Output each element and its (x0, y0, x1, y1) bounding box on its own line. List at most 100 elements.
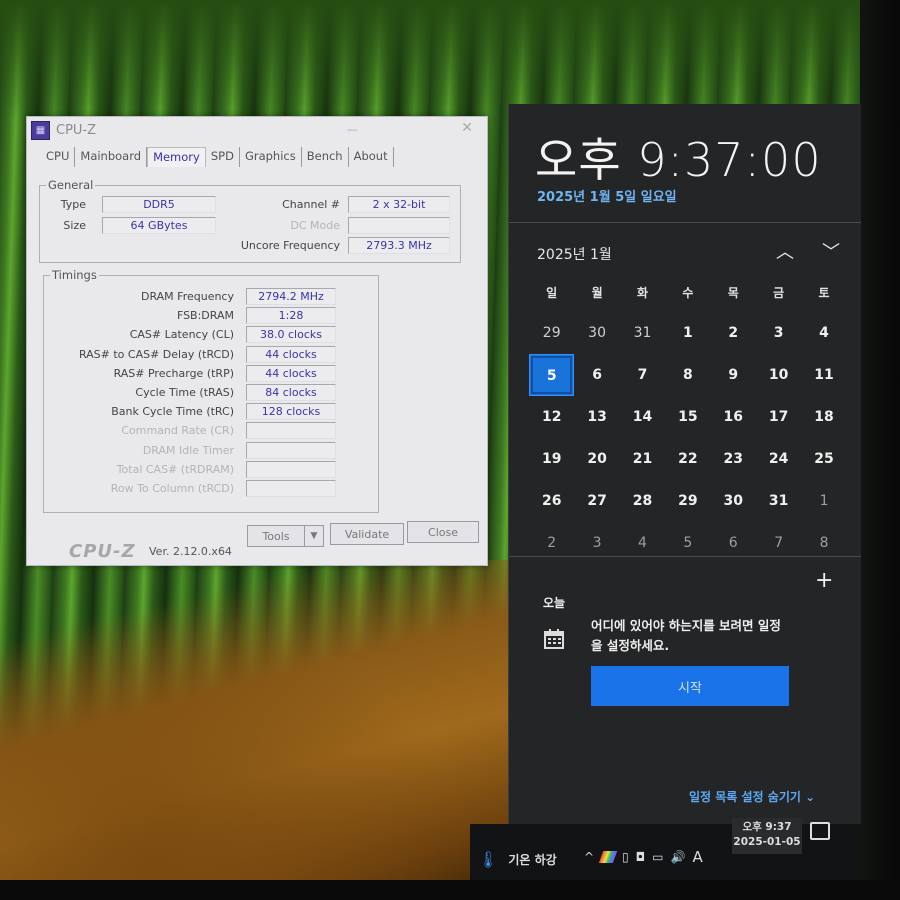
current-date-link[interactable]: 2025년 1월 5일 일요일 (537, 186, 677, 205)
color-app-icon[interactable] (598, 851, 618, 863)
dc-mode-label: DC Mode (290, 219, 340, 232)
timing-value: 128 clocks (246, 403, 336, 421)
channel-value: 2 x 32-bit (348, 196, 450, 213)
ime-indicator[interactable]: A (692, 848, 702, 866)
calendar-day[interactable]: 29 (665, 480, 710, 522)
taskbar-clock[interactable]: 오후 9:37 2025-01-05 (732, 818, 802, 854)
calendar-day[interactable]: 19 (529, 438, 574, 480)
calendar-day[interactable]: 29 (529, 312, 574, 354)
calendar-day[interactable]: 6 (711, 522, 756, 564)
window-title: CPU-Z (56, 122, 97, 138)
tab-spd[interactable]: SPD (206, 147, 240, 167)
usb-device-icon[interactable]: ▯ (622, 850, 629, 864)
tab-memory[interactable]: Memory (147, 147, 206, 167)
timing-label: CAS# Latency (CL) (129, 328, 234, 342)
uncore-value: 2793.3 MHz (348, 237, 450, 254)
tab-graphics[interactable]: Graphics (240, 147, 302, 167)
calendar-day[interactable]: 2 (529, 522, 574, 564)
calendar-day[interactable]: 7 (620, 354, 665, 396)
calendar-day[interactable]: 8 (801, 522, 846, 564)
calendar-day[interactable]: 1 (665, 312, 710, 354)
month-title[interactable]: 2025년 1월 (537, 244, 612, 264)
calendar-day[interactable]: 2 (711, 312, 756, 354)
calendar-day[interactable]: 13 (574, 396, 619, 438)
calendar-day[interactable]: 10 (756, 354, 801, 396)
calendar-day[interactable]: 9 (711, 354, 756, 396)
weather-widget[interactable]: 🌡 기온 하강 (478, 850, 557, 869)
calendar-day[interactable]: 16 (711, 396, 756, 438)
tab-about[interactable]: About (349, 147, 394, 167)
calendar-day[interactable]: 5 (665, 522, 710, 564)
validate-button[interactable]: Validate (330, 523, 404, 545)
calendar-day[interactable]: 18 (801, 396, 846, 438)
timing-row: RAS# Precharge (tRP) 44 clocks (44, 364, 336, 382)
previous-month-icon[interactable]: ︿ (773, 238, 797, 264)
wallpaper-canopy (0, 0, 870, 120)
size-row: Size 64 GBytes (40, 217, 216, 234)
notification-center-icon[interactable] (810, 822, 830, 840)
calendar-day[interactable]: 12 (529, 396, 574, 438)
minimize-button[interactable]: — (347, 123, 361, 136)
calendar-day[interactable]: 14 (620, 396, 665, 438)
calendar-icon (544, 629, 564, 649)
divider (509, 556, 861, 557)
calendar-day[interactable]: 3 (756, 312, 801, 354)
calendar-day[interactable]: 30 (711, 480, 756, 522)
calendar-day[interactable]: 20 (574, 438, 619, 480)
chevron-down-icon: ⌄ (805, 790, 816, 804)
calendar-day[interactable]: 6 (574, 354, 619, 396)
tools-button[interactable]: Tools (247, 525, 305, 547)
size-value: 64 GBytes (102, 217, 216, 234)
security-icon[interactable]: ◘ (636, 850, 646, 864)
tab-bench[interactable]: Bench (302, 147, 349, 167)
calendar-day[interactable]: 1 (801, 480, 846, 522)
calendar-day[interactable]: 4 (620, 522, 665, 564)
calendar-day[interactable]: 23 (711, 438, 756, 480)
calendar-day[interactable]: 7 (756, 522, 801, 564)
calendar-day[interactable]: 22 (665, 438, 710, 480)
calendar-day[interactable]: 24 (756, 438, 801, 480)
calendar-day[interactable]: 21 (620, 438, 665, 480)
hide-agenda-link[interactable]: 일정 목록 설정 숨기기 ⌄ (689, 788, 815, 805)
calendar-day[interactable]: 28 (620, 480, 665, 522)
calendar-day[interactable]: 17 (756, 396, 801, 438)
tab-cpu[interactable]: CPU (41, 147, 76, 167)
volume-icon[interactable]: 🔊 (671, 850, 686, 864)
calendar-day[interactable]: 3 (574, 522, 619, 564)
type-label: Type (60, 198, 86, 211)
calendar-day[interactable]: 30 (574, 312, 619, 354)
hide-agenda-label: 일정 목록 설정 숨기기 (689, 790, 801, 804)
next-month-icon[interactable]: ﹀ (819, 238, 843, 264)
calendar-flyout: 오후 9:37:00 2025년 1월 5일 일요일 2025년 1월 ︿ ﹀ … (508, 104, 861, 824)
timing-row: DRAM Frequency 2794.2 MHz (44, 288, 336, 305)
calendar-day-today[interactable]: 5 (529, 354, 575, 396)
calendar-day[interactable]: 15 (665, 396, 710, 438)
show-hidden-icons-icon[interactable]: ^ (584, 850, 594, 864)
calendar-day[interactable]: 27 (574, 480, 619, 522)
calendar-day[interactable]: 25 (801, 438, 846, 480)
close-window-icon[interactable]: ✕ (461, 120, 473, 136)
close-button[interactable]: Close (407, 521, 479, 543)
cpuz-logo: CPU-Z (69, 541, 136, 562)
start-button[interactable]: 시작 (591, 666, 789, 706)
add-event-icon[interactable]: + (815, 568, 833, 593)
calendar-day[interactable]: 31 (620, 312, 665, 354)
network-icon[interactable]: ▭ (652, 850, 663, 864)
timing-row: FSB:DRAM 1:28 (44, 307, 336, 325)
calendar-day[interactable]: 26 (529, 480, 574, 522)
thermometer-icon: 🌡 (478, 850, 499, 869)
calendar-day[interactable]: 31 (756, 480, 801, 522)
timings-label: Timings (50, 268, 99, 282)
weather-text: 기온 하강 (508, 853, 557, 867)
timing-row: Row To Column (tRCD) (44, 480, 336, 497)
cpuz-titlebar[interactable]: ▦ CPU-Z (27, 117, 487, 143)
calendar-day[interactable]: 4 (801, 312, 846, 354)
tools-dropdown-icon[interactable]: ▼ (304, 525, 324, 547)
calendar-day[interactable]: 11 (801, 354, 846, 396)
taskbar-time: 오후 9:37 (742, 821, 792, 833)
calendar-day[interactable]: 8 (665, 354, 710, 396)
timing-label: Total CAS# (tRDRAM) (116, 462, 234, 476)
timing-row: CAS# Latency (CL) 38.0 clocks (44, 326, 336, 344)
tab-mainboard[interactable]: Mainboard (75, 147, 148, 167)
monitor-bezel (860, 0, 900, 900)
